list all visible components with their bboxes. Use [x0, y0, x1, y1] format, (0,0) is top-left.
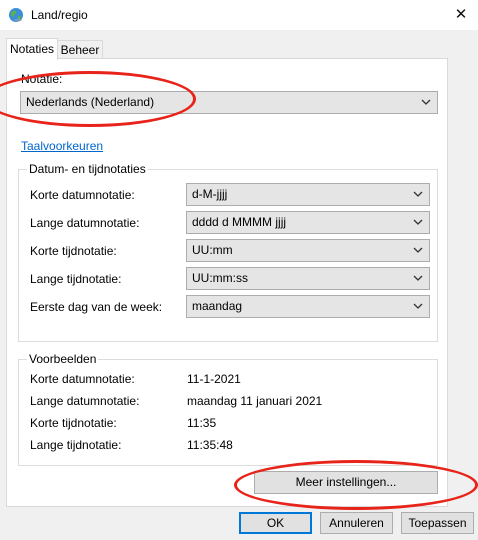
- short-time-select[interactable]: UU:mm: [186, 239, 430, 262]
- chevron-down-icon: [413, 191, 423, 197]
- first-day-label: Eerste dag van de week:: [30, 300, 163, 314]
- formats-caption: Datum- en tijdnotaties: [27, 162, 148, 176]
- title-bar: Land/regio ✕: [0, 0, 478, 30]
- close-icon: ✕: [454, 6, 468, 23]
- long-time-select[interactable]: UU:mm:ss: [186, 267, 430, 290]
- example-long-time-value: 11:35:48: [187, 438, 233, 452]
- chevron-down-icon: [413, 219, 423, 225]
- long-date-select[interactable]: dddd d MMMM jjjj: [186, 211, 430, 234]
- tab-beheer[interactable]: Beheer: [58, 40, 103, 59]
- language-preferences-link[interactable]: Taalvoorkeuren: [21, 139, 103, 153]
- cancel-button[interactable]: Annuleren: [320, 512, 393, 534]
- example-short-time-label: Korte tijdnotatie:: [30, 416, 117, 430]
- first-day-select[interactable]: maandag: [186, 295, 430, 318]
- short-time-value: UU:mm: [192, 243, 233, 257]
- example-long-date-label: Lange datumnotatie:: [30, 394, 140, 408]
- close-button[interactable]: ✕: [444, 0, 478, 30]
- short-time-label: Korte tijdnotatie:: [30, 244, 117, 258]
- example-long-time-label: Lange tijdnotatie:: [30, 438, 122, 452]
- notation-select[interactable]: Nederlands (Nederland): [20, 91, 438, 114]
- apply-button[interactable]: Toepassen: [401, 512, 474, 534]
- notation-label: Notatie:: [21, 72, 63, 86]
- first-day-value: maandag: [192, 299, 243, 313]
- short-date-label: Korte datumnotatie:: [30, 188, 135, 202]
- notation-value: Nederlands (Nederland): [26, 95, 155, 109]
- chevron-down-icon: [413, 247, 423, 253]
- examples-caption: Voorbeelden: [27, 352, 99, 366]
- globe-icon: [9, 8, 23, 22]
- tab-notaties[interactable]: Notaties: [6, 38, 58, 60]
- long-time-value: UU:mm:ss: [192, 271, 248, 285]
- chevron-down-icon: [413, 275, 423, 281]
- ok-button[interactable]: OK: [239, 512, 312, 534]
- short-date-select[interactable]: d-M-jjjj: [186, 183, 430, 206]
- chevron-down-icon: [413, 303, 423, 309]
- chevron-down-icon: [421, 99, 431, 105]
- window-title: Land/regio: [31, 8, 88, 22]
- long-date-value: dddd d MMMM jjjj: [192, 215, 287, 229]
- example-long-date-value: maandag 11 januari 2021: [187, 394, 323, 408]
- example-short-time-value: 11:35: [187, 416, 217, 430]
- more-settings-button[interactable]: Meer instellingen...: [254, 471, 438, 494]
- long-time-label: Lange tijdnotatie:: [30, 272, 122, 286]
- short-date-value: d-M-jjjj: [192, 187, 228, 201]
- example-short-date-value: 11-1-2021: [187, 372, 241, 386]
- long-date-label: Lange datumnotatie:: [30, 216, 140, 230]
- example-short-date-label: Korte datumnotatie:: [30, 372, 135, 386]
